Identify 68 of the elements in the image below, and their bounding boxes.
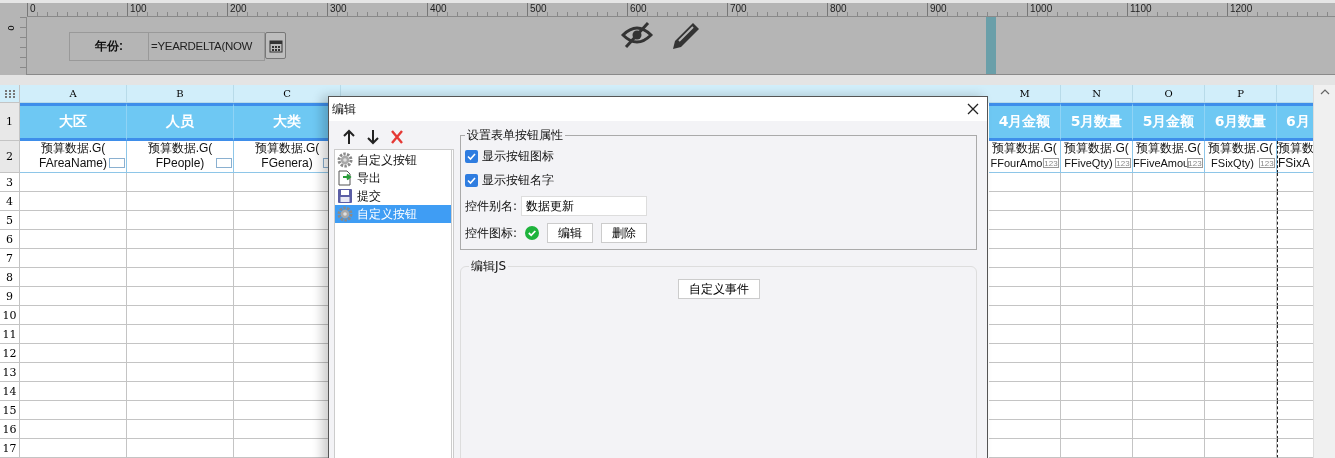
ruler-label: 500: [527, 3, 627, 16]
row-number[interactable]: 7: [0, 249, 20, 268]
row-number[interactable]: 16: [0, 420, 20, 439]
header-cell: 4月金额: [989, 103, 1061, 141]
row-number[interactable]: 17: [0, 439, 20, 458]
ruler-label: 1000: [1027, 3, 1127, 16]
icon-action-button[interactable]: 编辑: [547, 223, 594, 243]
ruler-label: 400: [427, 3, 527, 16]
header-cell: 6月: [1277, 103, 1313, 141]
table-cell: 预算数据.G( FFiveQty) 123: [1061, 141, 1133, 173]
ruler-label: 0: [5, 25, 16, 31]
ruler-label: 100: [127, 3, 227, 16]
row-number[interactable]: 13: [0, 363, 20, 382]
custom-event-button[interactable]: 自定义事件: [677, 279, 760, 299]
row-number[interactable]: 15: [0, 401, 20, 420]
ruler-label: 800: [827, 3, 927, 16]
row-number[interactable]: 10: [0, 306, 20, 325]
ruler-label: 200: [227, 3, 327, 16]
group-title: 设置表单按钮属性: [466, 127, 564, 144]
header-cell: 人员: [127, 103, 234, 141]
table-cell: 预算数据.G( FPeople): [127, 141, 234, 173]
checkbox[interactable]: 显示按钮名字: [465, 172, 972, 189]
table-cell: 预算数据.G( FFiveAmou123: [1133, 141, 1205, 173]
row-number[interactable]: 1: [0, 103, 20, 141]
row-number[interactable]: 4: [0, 192, 20, 211]
column-header[interactable]: B: [127, 85, 234, 103]
header-cell: 5月金额: [1133, 103, 1205, 141]
year-field[interactable]: =YEARDELTA(NOW: [149, 32, 265, 61]
table-cell: 预算数据.G( FSixQty) 123: [1205, 141, 1277, 173]
number-type-badge: 123: [1259, 158, 1275, 168]
field-label: 控件图标:: [465, 224, 518, 242]
header-cell: 6月数量: [1205, 103, 1277, 141]
row-number[interactable]: 5: [0, 211, 20, 230]
table-cell: 预算数据.G( FAreaName): [20, 141, 127, 173]
year-label: 年份:: [69, 32, 149, 61]
number-type-badge: 123: [1043, 158, 1059, 168]
column-header[interactable]: O: [1133, 85, 1205, 103]
ruler-label: 900: [927, 3, 1027, 16]
row-number[interactable]: 9: [0, 287, 20, 306]
column-header[interactable]: M: [989, 85, 1061, 103]
row-number[interactable]: 8: [0, 268, 20, 287]
column-header[interactable]: N: [1061, 85, 1133, 103]
row-number[interactable]: 3: [0, 173, 20, 192]
row-number[interactable]: 14: [0, 382, 20, 401]
ruler-label: 300: [327, 3, 427, 16]
ruler-label: 1100: [1127, 3, 1227, 16]
header-cell: 5月数量: [1061, 103, 1133, 141]
number-type-badge: 123: [1115, 158, 1131, 168]
row-number[interactable]: 12: [0, 344, 20, 363]
row-number[interactable]: 2: [0, 141, 20, 173]
column-header[interactable]: P: [1205, 85, 1277, 103]
row-number[interactable]: 6: [0, 230, 20, 249]
field-label: 控件别名:: [465, 197, 518, 215]
alias-field[interactable]: 数据更新: [521, 196, 648, 216]
icon-action-button[interactable]: 删除: [601, 223, 648, 243]
list-item[interactable]: 提交: [335, 187, 451, 205]
ruler-label: 0: [27, 3, 127, 16]
number-type-badge: 123: [1187, 158, 1203, 168]
ruler-label: 600: [627, 3, 727, 16]
ruler-label: 700: [727, 3, 827, 16]
column-header[interactable]: A: [20, 85, 127, 103]
ruler-label: 1200: [1227, 3, 1327, 16]
column-header[interactable]: C: [234, 85, 341, 103]
row-number[interactable]: 11: [0, 325, 20, 344]
checkbox[interactable]: 显示按钮图标: [465, 148, 972, 165]
group-title: 编辑JS: [470, 258, 508, 275]
table-cell: 预算数据.G( FFourAmo 123: [989, 141, 1061, 173]
header-cell: 大区: [20, 103, 127, 141]
